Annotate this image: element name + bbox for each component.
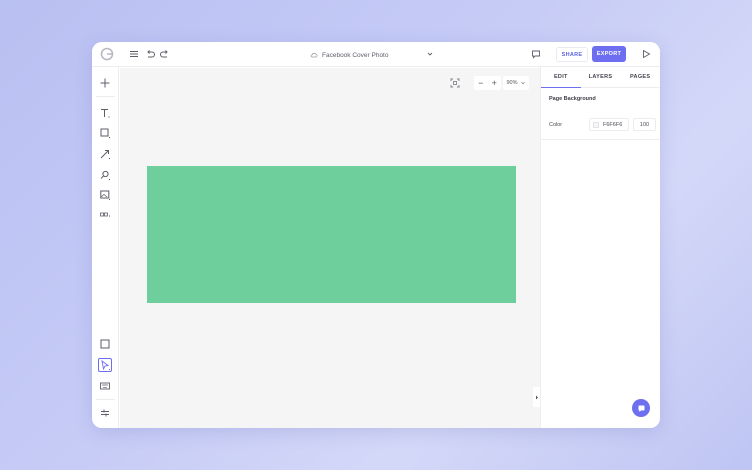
zoom-level-value: 90% — [506, 80, 518, 86]
panel-divider — [541, 139, 660, 140]
top-toolbar: Facebook Cover Photo SHARE EXPORT — [92, 42, 660, 67]
play-icon[interactable] — [639, 47, 653, 61]
tab-edit[interactable]: EDIT — [541, 67, 581, 88]
text-tool-icon[interactable] — [98, 106, 112, 120]
export-button[interactable]: EXPORT — [592, 46, 626, 62]
brush-tool-icon[interactable] — [98, 168, 112, 182]
page-size-icon[interactable] — [98, 337, 112, 351]
fit-screen-icon[interactable] — [448, 76, 462, 90]
canvas-area[interactable] — [120, 68, 540, 428]
properties-panel: EDIT LAYERS PAGES Page Background Color … — [540, 67, 660, 428]
line-tool-icon[interactable] — [98, 147, 112, 161]
menu-icon[interactable] — [127, 47, 141, 61]
color-label: Color — [549, 122, 563, 128]
logo-icon[interactable] — [100, 47, 114, 61]
zoom-in-button[interactable]: + — [492, 78, 497, 88]
cloud-icon — [310, 52, 318, 58]
color-hex-value: F6F6F6 — [603, 121, 623, 128]
comment-icon[interactable] — [529, 47, 543, 61]
tab-layers[interactable]: LAYERS — [581, 67, 621, 87]
tab-pages[interactable]: PAGES — [620, 67, 660, 87]
select-tool-icon[interactable] — [98, 358, 112, 372]
chevron-down-icon[interactable] — [425, 49, 435, 59]
undo-icon[interactable] — [143, 47, 157, 61]
panel-tabs: EDIT LAYERS PAGES — [541, 67, 660, 88]
zoom-out-button[interactable]: − — [478, 78, 483, 88]
image-tool-icon[interactable] — [98, 188, 112, 202]
sidebar-divider — [96, 399, 115, 400]
opacity-field[interactable]: 100 — [633, 118, 656, 131]
document-title-text: Facebook Cover Photo — [322, 51, 389, 59]
color-swatch[interactable] — [593, 121, 599, 128]
background-color-field[interactable]: F6F6F6 — [589, 118, 629, 131]
shape-tool-icon[interactable] — [98, 126, 112, 140]
sidebar-divider — [96, 96, 115, 97]
zoom-controls: − + — [474, 76, 501, 90]
settings-icon[interactable] — [98, 406, 112, 420]
add-icon[interactable] — [98, 76, 112, 90]
tool-sidebar — [92, 67, 119, 428]
section-title: Page Background — [549, 96, 596, 102]
chevron-down-icon — [520, 82, 525, 85]
chat-icon — [638, 405, 644, 412]
zoom-level-select[interactable]: 90% — [503, 76, 529, 90]
document-title[interactable]: Facebook Cover Photo — [310, 48, 388, 62]
redo-icon[interactable] — [158, 47, 172, 61]
more-tools-icon[interactable] — [98, 208, 112, 222]
keyboard-icon[interactable] — [98, 379, 112, 393]
canvas-shape[interactable] — [147, 166, 516, 303]
app-window: Facebook Cover Photo SHARE EXPORT − + 90… — [92, 42, 660, 428]
chevron-right-icon — [535, 395, 538, 399]
help-chat-button[interactable] — [632, 399, 650, 417]
panel-toggle-button[interactable] — [533, 387, 540, 407]
share-button[interactable]: SHARE — [556, 47, 588, 62]
